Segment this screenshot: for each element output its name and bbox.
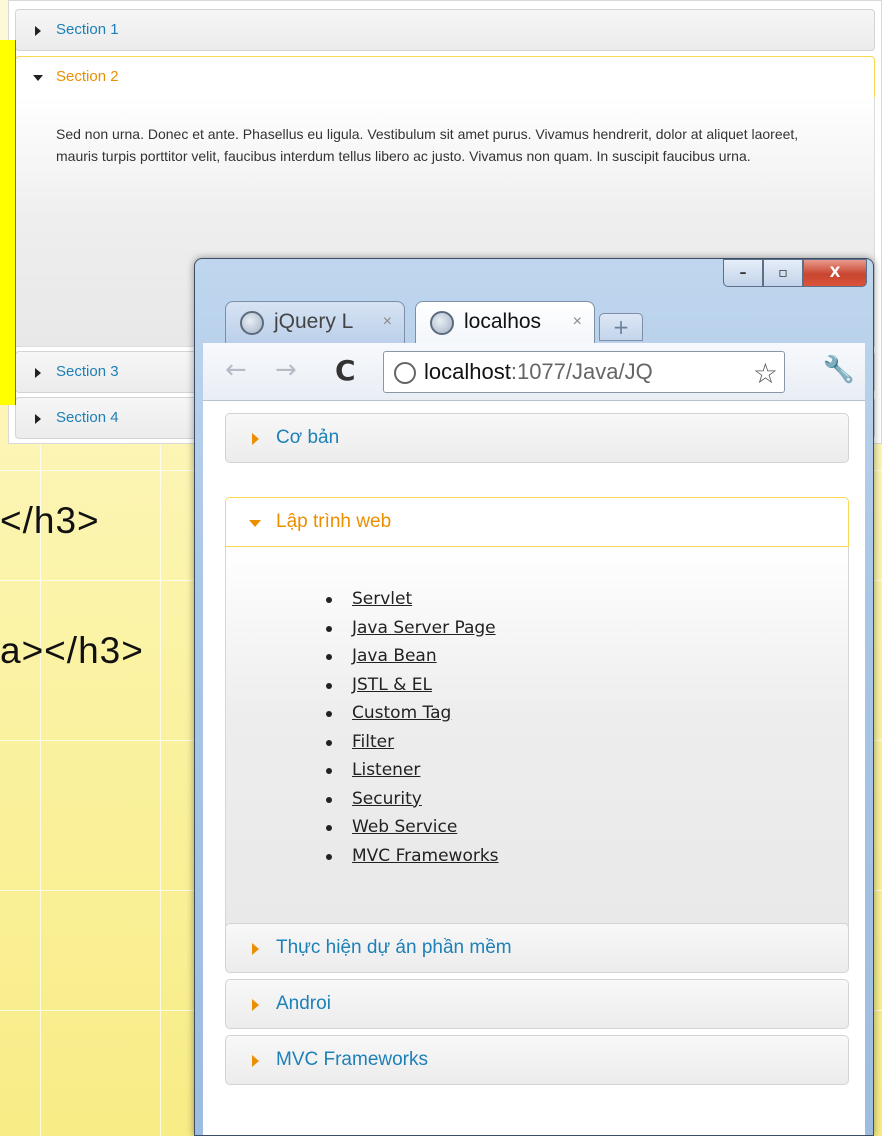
- triangle-right-icon: [35, 414, 41, 424]
- link-listener[interactable]: Listener: [352, 760, 420, 780]
- accordion-header-label: Section 2: [56, 68, 119, 85]
- link-mvc-frameworks[interactable]: MVC Frameworks: [352, 846, 499, 866]
- triangle-right-icon: [35, 26, 41, 36]
- code-fragment: a></h3>: [0, 630, 144, 671]
- link-web-service[interactable]: Web Service: [352, 817, 457, 837]
- link-servlet[interactable]: Servlet: [352, 589, 412, 609]
- list-item: MVC Frameworks: [326, 842, 499, 871]
- triangle-right-icon: [252, 943, 259, 955]
- maximize-button[interactable]: ▫: [763, 259, 803, 287]
- globe-icon: [240, 311, 264, 335]
- globe-icon: [430, 311, 454, 335]
- browser-toolbar: ← → C localhost:1077/Java/JQ ☆ 🔧: [203, 343, 865, 401]
- highlight-block: [0, 40, 16, 405]
- accordion-panel: Servlet Java Server Page Java Bean JSTL …: [225, 547, 849, 927]
- reload-icon[interactable]: C: [335, 354, 356, 387]
- new-tab-button[interactable]: +: [599, 313, 643, 341]
- accordion-header-label: Thực hiện dự án phần mềm: [276, 937, 512, 958]
- page-content: Cơ bản Lập trình web Servlet Java Server…: [203, 401, 865, 1135]
- close-icon[interactable]: ×: [383, 302, 392, 342]
- list-item: Listener: [326, 756, 499, 785]
- browser-window: – ▫ X jQuery L × localhos × + ← → C loca…: [194, 258, 874, 1136]
- link-list: Servlet Java Server Page Java Bean JSTL …: [326, 585, 499, 870]
- tab-label: localhos: [464, 310, 542, 333]
- link-security[interactable]: Security: [352, 789, 422, 809]
- accordion-header-lap-trinh-web[interactable]: Lập trình web: [225, 497, 849, 547]
- accordion-header-label: Lập trình web: [276, 511, 392, 532]
- close-icon[interactable]: ×: [573, 302, 582, 342]
- accordion-header-section-2[interactable]: Section 2: [15, 56, 875, 98]
- accordion-header-androi[interactable]: Androi: [225, 979, 849, 1029]
- url-host: localhost: [424, 359, 511, 384]
- triangle-right-icon: [252, 999, 259, 1011]
- wrench-icon[interactable]: 🔧: [823, 355, 855, 385]
- triangle-right-icon: [252, 1055, 259, 1067]
- link-jstl-el[interactable]: JSTL & EL: [352, 675, 432, 695]
- list-item: JSTL & EL: [326, 671, 499, 700]
- forward-arrow-icon[interactable]: →: [275, 355, 297, 385]
- window-controls: – ▫ X: [723, 259, 867, 289]
- link-java-server-page[interactable]: Java Server Page: [352, 618, 496, 638]
- back-arrow-icon[interactable]: ←: [225, 355, 247, 385]
- list-item: Java Bean: [326, 642, 499, 671]
- accordion-header-section-1[interactable]: Section 1: [15, 9, 875, 51]
- code-fragment: </h3>: [0, 500, 100, 541]
- panel-text: Sed non urna. Donec et ante. Phasellus e…: [56, 126, 799, 164]
- close-button[interactable]: X: [803, 259, 867, 287]
- tab-strip: jQuery L × localhos × +: [209, 301, 863, 343]
- accordion-header-label: MVC Frameworks: [276, 1049, 429, 1070]
- accordion-header-co-ban[interactable]: Cơ bản: [225, 413, 849, 463]
- list-item: Web Service: [326, 813, 499, 842]
- page-icon: [394, 362, 416, 384]
- triangle-right-icon: [35, 368, 41, 378]
- list-item: Security: [326, 785, 499, 814]
- accordion-header-label: Section 1: [56, 21, 119, 38]
- tab-label: jQuery L: [274, 310, 354, 333]
- star-icon[interactable]: ☆: [753, 354, 778, 392]
- minimize-button[interactable]: –: [723, 259, 763, 287]
- triangle-right-icon: [252, 433, 259, 445]
- url-path: :1077/Java/JQ: [510, 359, 653, 384]
- list-item: Servlet: [326, 585, 499, 614]
- address-bar[interactable]: localhost:1077/Java/JQ ☆: [383, 351, 785, 393]
- accordion-header-label: Section 4: [56, 409, 119, 426]
- accordion-header-label: Cơ bản: [276, 427, 340, 448]
- list-item: Custom Tag: [326, 699, 499, 728]
- accordion-header-thuc-hien-du-an[interactable]: Thực hiện dự án phần mềm: [225, 923, 849, 973]
- list-item: Java Server Page: [326, 614, 499, 643]
- accordion-header-mvc-frameworks[interactable]: MVC Frameworks: [225, 1035, 849, 1085]
- tab-localhost[interactable]: localhos ×: [415, 301, 595, 343]
- list-item: Filter: [326, 728, 499, 757]
- link-java-bean[interactable]: Java Bean: [352, 646, 437, 666]
- tab-jquery[interactable]: jQuery L ×: [225, 301, 405, 343]
- accordion-header-label: Section 3: [56, 363, 119, 380]
- accordion-header-label: Androi: [276, 993, 331, 1014]
- triangle-down-icon: [249, 520, 261, 527]
- link-custom-tag[interactable]: Custom Tag: [352, 703, 451, 723]
- triangle-down-icon: [33, 75, 43, 81]
- link-filter[interactable]: Filter: [352, 732, 394, 752]
